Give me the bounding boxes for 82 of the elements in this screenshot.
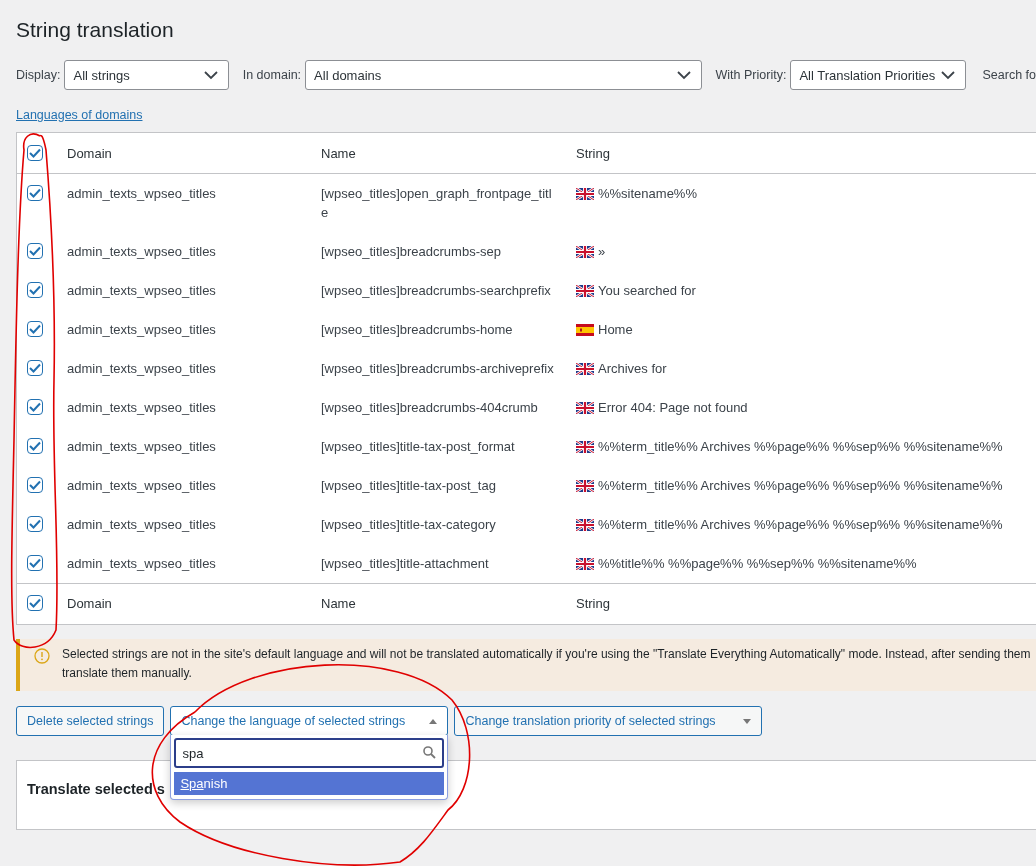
string-cell-text: %%title%% %%page%% %%sep%% %%sitename%% bbox=[598, 555, 917, 573]
bulk-action-dropdown[interactable]: Change translation priority of selected strings bbox=[454, 706, 763, 736]
uk-flag-icon bbox=[576, 362, 594, 375]
filter-dropdown[interactable]: All strings bbox=[64, 60, 229, 90]
checkbox[interactable] bbox=[27, 185, 43, 201]
filter-label: With Priority: bbox=[715, 68, 787, 82]
checkbox[interactable] bbox=[27, 243, 43, 259]
string-cell-text: » bbox=[598, 243, 606, 261]
checkbox[interactable] bbox=[27, 282, 43, 298]
name-cell: [wpseo_titles]title-tax-category bbox=[321, 517, 496, 532]
caret-down-icon bbox=[743, 718, 752, 724]
column-header: String bbox=[576, 596, 610, 611]
column-header: Name bbox=[321, 146, 356, 161]
domain-cell: admin_texts_wpseo_titles bbox=[67, 283, 216, 298]
string-cell-text: Archives for bbox=[598, 360, 667, 378]
delete-button[interactable]: Delete selected strings bbox=[16, 706, 165, 736]
column-header: Domain bbox=[67, 146, 112, 161]
uk-flag-icon bbox=[576, 557, 594, 570]
domain-cell: admin_texts_wpseo_titles bbox=[67, 322, 216, 337]
uk-flag-icon bbox=[576, 518, 594, 531]
checkbox[interactable] bbox=[27, 438, 43, 454]
checkbox[interactable] bbox=[27, 360, 43, 376]
string-cell-text: Home bbox=[598, 321, 633, 339]
chevron-down-icon bbox=[203, 70, 218, 80]
bulk-action-dropdown[interactable]: Change the language of selected strings bbox=[170, 706, 449, 736]
uk-flag-icon bbox=[576, 187, 594, 200]
spain-flag-icon bbox=[576, 323, 594, 336]
string-cell-text: %%term_title%% Archives %%page%% %%sep%% %%sitename%% bbox=[598, 516, 1003, 534]
search-icon bbox=[423, 746, 437, 759]
name-cell: [wpseo_titles]breadcrumbs-sep bbox=[321, 244, 501, 259]
string-cell-text: %%sitename%% bbox=[598, 185, 697, 203]
name-cell: [wpseo_titles]title-tax-post_tag bbox=[321, 478, 496, 493]
language-search-field[interactable]: spa bbox=[174, 738, 445, 768]
checkbox[interactable] bbox=[27, 555, 43, 571]
checkbox[interactable] bbox=[27, 516, 43, 532]
uk-flag-icon bbox=[576, 245, 594, 258]
chevron-down-icon bbox=[676, 70, 691, 80]
filter-label: Display: bbox=[16, 68, 61, 82]
checkbox[interactable] bbox=[27, 595, 43, 611]
checkbox[interactable] bbox=[27, 321, 43, 337]
domain-cell: admin_texts_wpseo_titles bbox=[67, 556, 216, 571]
name-cell: [wpseo_titles]title-tax-post_format bbox=[321, 439, 515, 454]
search-label: Search fo bbox=[982, 68, 1036, 82]
domain-cell: admin_texts_wpseo_titles bbox=[67, 400, 216, 415]
notice-text: Selected strings are not in the site's default language and will not be translated automatically if you're using the "Translate Everything Automatically" mode. Instead, after sending them bbox=[62, 646, 1031, 663]
name-cell: [wpseo_titles]breadcrumbs-archiveprefix bbox=[321, 361, 554, 376]
domain-cell: admin_texts_wpseo_titles bbox=[67, 361, 216, 376]
uk-flag-icon bbox=[576, 284, 594, 297]
string-cell-text: %%term_title%% Archives %%page%% %%sep%% %%sitename%% bbox=[598, 438, 1003, 456]
filter-dropdown[interactable]: All Translation Priorities bbox=[790, 60, 967, 90]
checkbox[interactable] bbox=[27, 399, 43, 415]
languages-link[interactable]: Languages of domains bbox=[16, 108, 143, 122]
panel-heading: Translate selected s bbox=[27, 781, 165, 797]
column-header: String bbox=[576, 146, 610, 161]
uk-flag-icon bbox=[576, 479, 594, 492]
chevron-down-icon bbox=[941, 70, 956, 80]
name-cell: [wpseo_titles]breadcrumbs-searchprefix bbox=[321, 283, 551, 298]
notice-text: translate them manually. bbox=[62, 665, 193, 682]
name-cell: [wpseo_titles]breadcrumbs-home bbox=[321, 322, 513, 337]
name-cell: [wpseo_titles]breadcrumbs-404crumb bbox=[321, 400, 538, 415]
filter-label: In domain: bbox=[242, 68, 302, 82]
domain-cell: admin_texts_wpseo_titles bbox=[67, 439, 216, 454]
string-cell-text: %%term_title%% Archives %%page%% %%sep%% %%sitename%% bbox=[598, 477, 1003, 495]
name-cell: [wpseo_titles]title-attachment bbox=[321, 556, 489, 571]
string-cell-text: Error 404: Page not found bbox=[598, 399, 748, 417]
string-cell-text: You searched for bbox=[598, 282, 696, 300]
checkbox[interactable] bbox=[27, 145, 43, 161]
column-header: Domain bbox=[67, 596, 112, 611]
uk-flag-icon bbox=[576, 440, 594, 453]
language-option[interactable]: Spanish bbox=[174, 772, 445, 795]
caret-up-icon bbox=[429, 718, 438, 724]
warning-icon bbox=[34, 648, 50, 664]
name-cell: [wpseo_titles]open_graph_frontpage_title bbox=[321, 186, 552, 220]
uk-flag-icon bbox=[576, 401, 594, 414]
domain-cell: admin_texts_wpseo_titles bbox=[67, 244, 216, 259]
domain-cell: admin_texts_wpseo_titles bbox=[67, 478, 216, 493]
page-title: String translation bbox=[16, 17, 175, 43]
checkbox[interactable] bbox=[27, 477, 43, 493]
filter-dropdown[interactable]: All domains bbox=[305, 60, 702, 90]
domain-cell: admin_texts_wpseo_titles bbox=[67, 186, 216, 201]
domain-cell: admin_texts_wpseo_titles bbox=[67, 517, 216, 532]
column-header: Name bbox=[321, 596, 356, 611]
